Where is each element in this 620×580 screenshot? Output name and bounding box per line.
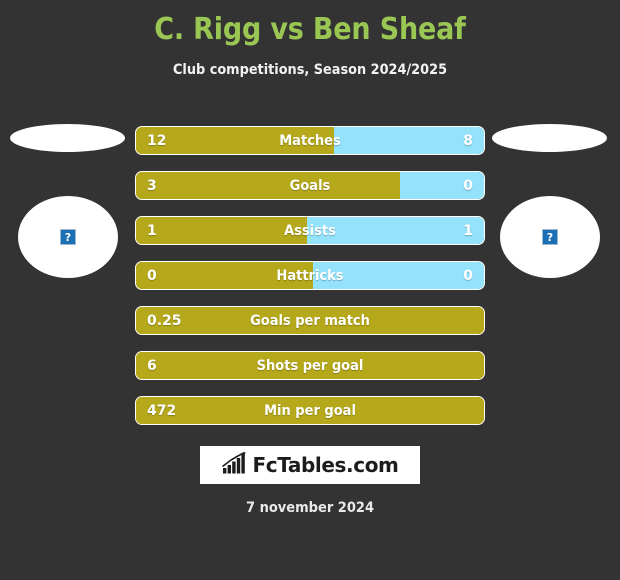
stat-comparison-infographic: C. Rigg vs Ben Sheaf Club competitions, … <box>0 0 620 580</box>
fctables-logo-text: FcTables.com <box>252 453 399 477</box>
stat-bar-row: 472 Min per goal <box>135 396 485 425</box>
stat-bar-row: 3 Goals 0 <box>135 171 485 200</box>
away-club-crest-icon <box>492 124 607 152</box>
stat-bar-row: 12 Matches 8 <box>135 126 485 155</box>
bar-chart-growth-icon <box>221 451 248 479</box>
stat-label: Min per goal <box>264 402 356 419</box>
stat-away-value: 0 <box>463 177 473 194</box>
away-player-avatar: ? <box>500 196 600 278</box>
footer-date: 7 november 2024 <box>245 500 375 516</box>
stat-away-value: 0 <box>463 267 473 284</box>
stat-bar-row: 0.25 Goals per match <box>135 306 485 335</box>
stat-bar-row: 1 Assists 1 <box>135 216 485 245</box>
broken-image-icon: ? <box>542 229 558 245</box>
stat-label: Goals <box>289 177 331 194</box>
broken-image-icon: ? <box>60 229 76 245</box>
stat-bar-row: 6 Shots per goal <box>135 351 485 380</box>
home-club-crest-icon <box>10 124 125 152</box>
stat-label: Shots per goal <box>256 357 364 374</box>
home-player-avatar: ? <box>18 196 118 278</box>
stat-bar-row: 0 Hattricks 0 <box>135 261 485 290</box>
stat-away-value: 1 <box>463 222 473 239</box>
stat-label: Matches <box>279 132 341 149</box>
stat-label: Assists <box>284 222 336 239</box>
stat-label: Goals per match <box>250 312 370 329</box>
stat-label: Hattricks <box>276 267 344 284</box>
home-team-emblems: ? <box>8 118 128 278</box>
fctables-logo[interactable]: FcTables.com <box>200 446 420 484</box>
page-title: C. Rigg vs Ben Sheaf <box>154 12 466 47</box>
stat-away-value: 8 <box>463 132 473 149</box>
stat-bars-list: 12 Matches 8 3 Goals 0 1 Assists 1 0 Hattricks 0 0.2… <box>135 126 485 441</box>
page-subtitle: Club competitions, Season 2024/2025 <box>172 62 448 78</box>
away-team-emblems: ? <box>490 118 610 278</box>
